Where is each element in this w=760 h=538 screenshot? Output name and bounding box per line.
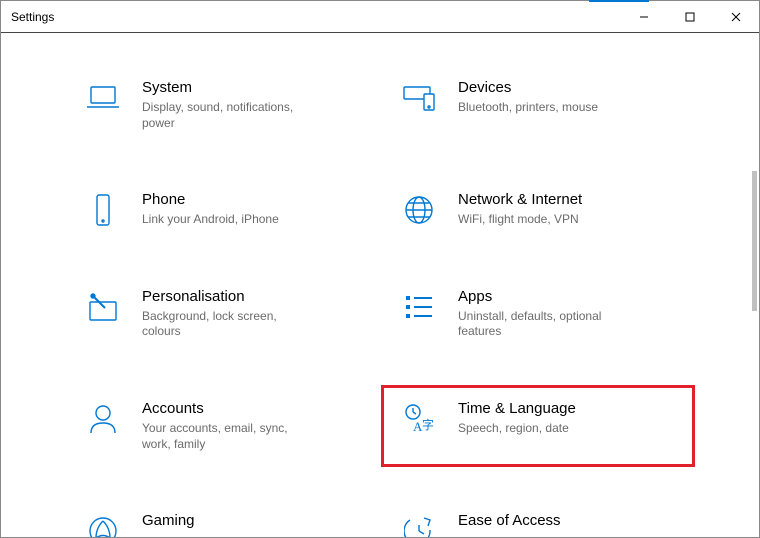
tile-title: Apps [458, 288, 628, 305]
tile-system[interactable]: System Display, sound, notifications, po… [74, 73, 370, 137]
tile-devices[interactable]: Devices Bluetooth, printers, mouse [390, 73, 686, 137]
tile-text: Time & Language Speech, region, date [458, 400, 576, 437]
tile-text: Gaming [142, 512, 195, 533]
tile-title: Personalisation [142, 288, 312, 305]
content-area: System Display, sound, notifications, po… [1, 33, 759, 537]
tile-subtitle: WiFi, flight mode, VPN [458, 212, 582, 228]
settings-window: Settings System Display, sound, notifica… [0, 0, 760, 538]
tile-title: Ease of Access [458, 512, 561, 529]
minimize-icon [639, 12, 649, 22]
svg-text:字: 字 [422, 417, 434, 432]
tile-accounts[interactable]: Accounts Your accounts, email, sync, wor… [74, 394, 370, 458]
tile-title: System [142, 79, 312, 96]
tile-personalisation[interactable]: Personalisation Background, lock screen,… [74, 282, 370, 346]
account-icon [86, 402, 120, 436]
tile-subtitle: Background, lock screen, colours [142, 309, 312, 340]
tile-title: Devices [458, 79, 598, 96]
apps-icon [402, 290, 436, 324]
tile-text: Apps Uninstall, defaults, optional featu… [458, 288, 628, 340]
tile-text: Accounts Your accounts, email, sync, wor… [142, 400, 312, 452]
tile-subtitle: Bluetooth, printers, mouse [458, 100, 598, 116]
tile-gaming[interactable]: Gaming [74, 506, 370, 537]
paint-icon [86, 290, 120, 324]
minimize-button[interactable] [621, 1, 667, 33]
tile-network[interactable]: Network & Internet WiFi, flight mode, VP… [390, 185, 686, 234]
gaming-icon [86, 514, 120, 537]
devices-icon [402, 81, 436, 115]
timelang-icon: A字 [402, 402, 436, 436]
tile-ease-of-access[interactable]: Ease of Access [390, 506, 686, 537]
tile-subtitle: Uninstall, defaults, optional features [458, 309, 628, 340]
tile-subtitle: Speech, region, date [458, 421, 576, 437]
globe-icon [402, 193, 436, 227]
scrollbar-thumb[interactable] [752, 171, 757, 311]
tile-title: Time & Language [458, 400, 576, 417]
maximize-button[interactable] [667, 1, 713, 33]
close-icon [731, 12, 741, 22]
tile-subtitle: Link your Android, iPhone [142, 212, 279, 228]
tile-subtitle: Display, sound, notifications, power [142, 100, 312, 131]
tile-phone[interactable]: Phone Link your Android, iPhone [74, 185, 370, 234]
tile-time-language[interactable]: A字 Time & Language Speech, region, date [390, 394, 686, 458]
tile-title: Phone [142, 191, 279, 208]
titlebar: Settings [1, 1, 759, 33]
settings-grid: System Display, sound, notifications, po… [74, 73, 686, 537]
tile-title: Accounts [142, 400, 312, 417]
window-controls [621, 1, 759, 33]
tile-apps[interactable]: Apps Uninstall, defaults, optional featu… [390, 282, 686, 346]
tile-text: Phone Link your Android, iPhone [142, 191, 279, 228]
tile-text: Personalisation Background, lock screen,… [142, 288, 312, 340]
window-title: Settings [11, 10, 54, 24]
tile-text: System Display, sound, notifications, po… [142, 79, 312, 131]
tile-subtitle: Your accounts, email, sync, work, family [142, 421, 312, 452]
close-button[interactable] [713, 1, 759, 33]
ease-icon [402, 514, 436, 537]
laptop-icon [86, 81, 120, 115]
tile-title: Gaming [142, 512, 195, 529]
tile-title: Network & Internet [458, 191, 582, 208]
tile-text: Ease of Access [458, 512, 561, 533]
tile-text: Devices Bluetooth, printers, mouse [458, 79, 598, 116]
phone-icon [86, 193, 120, 227]
maximize-icon [685, 12, 695, 22]
tile-text: Network & Internet WiFi, flight mode, VP… [458, 191, 582, 228]
